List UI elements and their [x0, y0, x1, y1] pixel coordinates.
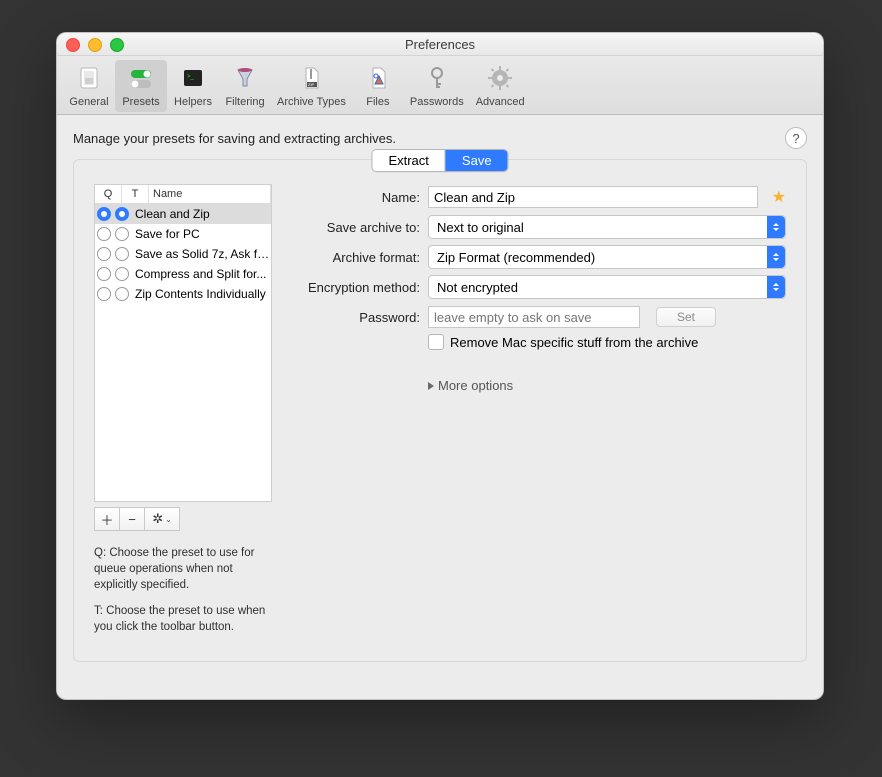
- preferences-toolbar: General Presets >_ Helpers Filtering ZIP…: [57, 56, 823, 115]
- q-radio[interactable]: [97, 287, 111, 301]
- plus-icon: ＋: [100, 510, 113, 529]
- gear-icon: ✲: [152, 511, 163, 527]
- add-preset-button[interactable]: ＋: [94, 507, 120, 531]
- preset-name: Save as Solid 7z, Ask fo...: [131, 247, 271, 261]
- archive-format-popup[interactable]: Zip Format (recommended): [428, 245, 786, 269]
- save-to-popup[interactable]: Next to original: [428, 215, 786, 239]
- titlebar: Preferences: [57, 33, 823, 56]
- preset-row[interactable]: Save as Solid 7z, Ask fo...: [95, 244, 271, 264]
- password-field[interactable]: [428, 306, 640, 328]
- hint-q: Q: Choose the preset to use for queue op…: [94, 545, 272, 593]
- encryption-label: Encryption method:: [300, 280, 428, 295]
- set-password-button[interactable]: Set: [656, 307, 716, 327]
- list-hints: Q: Choose the preset to use for queue op…: [94, 545, 272, 635]
- popup-arrows-icon: [767, 216, 785, 238]
- col-header-name[interactable]: Name: [149, 185, 271, 203]
- popup-arrows-icon: [767, 276, 785, 298]
- window-title: Preferences: [405, 37, 475, 52]
- gear-icon: [484, 62, 516, 94]
- more-options-disclosure[interactable]: More options: [428, 378, 786, 393]
- file-icon: [362, 62, 394, 94]
- traffic-lights: [66, 38, 124, 52]
- minus-icon: −: [128, 512, 136, 527]
- segment-extract[interactable]: Extract: [372, 150, 444, 171]
- toolbar-helpers[interactable]: >_ Helpers: [167, 60, 219, 112]
- zip-file-icon: ZIP: [295, 62, 327, 94]
- preset-actions-menu[interactable]: ✲ ⌄: [145, 507, 180, 531]
- hint-t: T: Choose the preset to use when you cli…: [94, 603, 272, 635]
- list-buttons: ＋ − ✲ ⌄: [94, 507, 272, 531]
- preset-row[interactable]: Compress and Split for...: [95, 264, 271, 284]
- preset-row[interactable]: Clean and Zip: [95, 204, 271, 224]
- save-to-label: Save archive to:: [300, 220, 428, 235]
- favorite-star-icon[interactable]: ★: [772, 187, 786, 207]
- switch-icon: [73, 62, 105, 94]
- q-radio[interactable]: [97, 227, 111, 241]
- funnel-icon: [229, 62, 261, 94]
- svg-text:ZIP: ZIP: [308, 82, 315, 87]
- toolbar-presets[interactable]: Presets: [115, 60, 167, 112]
- q-radio[interactable]: [97, 207, 111, 221]
- t-radio[interactable]: [115, 247, 129, 261]
- disclosure-triangle-icon: [428, 382, 434, 390]
- terminal-icon: >_: [177, 62, 209, 94]
- preset-form: Name: ★ Save archive to: Next to origina…: [300, 184, 786, 393]
- remove-mac-label: Remove Mac specific stuff from the archi…: [450, 335, 698, 350]
- t-radio[interactable]: [115, 267, 129, 281]
- q-radio[interactable]: [97, 267, 111, 281]
- toolbar-filtering[interactable]: Filtering: [219, 60, 271, 112]
- q-radio[interactable]: [97, 247, 111, 261]
- name-field[interactable]: [428, 186, 758, 208]
- more-options-label: More options: [438, 378, 513, 393]
- col-header-t[interactable]: T: [122, 185, 149, 203]
- toolbar-advanced[interactable]: Advanced: [470, 60, 531, 112]
- extract-save-segmented: Extract Save: [371, 149, 508, 172]
- password-label: Password:: [300, 310, 428, 325]
- remove-preset-button[interactable]: −: [120, 507, 145, 531]
- preset-row[interactable]: Save for PC: [95, 224, 271, 244]
- toolbar-archive-types[interactable]: ZIP Archive Types: [271, 60, 352, 112]
- format-label: Archive format:: [300, 250, 428, 265]
- encryption-popup[interactable]: Not encrypted: [428, 275, 786, 299]
- encryption-value: Not encrypted: [437, 280, 518, 295]
- presets-list: Q T Name Clean and Zip: [94, 184, 272, 502]
- preset-name: Compress and Split for...: [131, 267, 271, 281]
- preferences-window: Preferences General Presets >_ Helpers F…: [56, 32, 824, 700]
- preset-name: Clean and Zip: [131, 207, 271, 221]
- save-to-value: Next to original: [437, 220, 524, 235]
- svg-text:>_: >_: [187, 74, 195, 80]
- presets-panel: Extract Save Q T Name: [73, 159, 807, 662]
- t-radio[interactable]: [115, 287, 129, 301]
- chevron-down-icon: ⌄: [165, 515, 172, 524]
- format-value: Zip Format (recommended): [437, 250, 595, 265]
- list-header: Q T Name: [95, 185, 271, 204]
- intro-text: Manage your presets for saving and extra…: [73, 131, 396, 146]
- toggle-icon: [125, 62, 157, 94]
- remove-mac-checkbox[interactable]: [428, 334, 444, 350]
- zoom-window-button[interactable]: [110, 38, 124, 52]
- preset-row[interactable]: Zip Contents Individually: [95, 284, 271, 304]
- toolbar-passwords[interactable]: Passwords: [404, 60, 470, 112]
- name-label: Name:: [300, 190, 428, 205]
- preset-name: Zip Contents Individually: [131, 287, 271, 301]
- preset-name: Save for PC: [131, 227, 271, 241]
- toolbar-files[interactable]: Files: [352, 60, 404, 112]
- key-icon: [421, 62, 453, 94]
- col-header-q[interactable]: Q: [95, 185, 122, 203]
- toolbar-general[interactable]: General: [63, 60, 115, 112]
- help-button[interactable]: ?: [785, 127, 807, 149]
- t-radio[interactable]: [115, 207, 129, 221]
- close-window-button[interactable]: [66, 38, 80, 52]
- popup-arrows-icon: [767, 246, 785, 268]
- segment-save[interactable]: Save: [445, 150, 508, 171]
- t-radio[interactable]: [115, 227, 129, 241]
- minimize-window-button[interactable]: [88, 38, 102, 52]
